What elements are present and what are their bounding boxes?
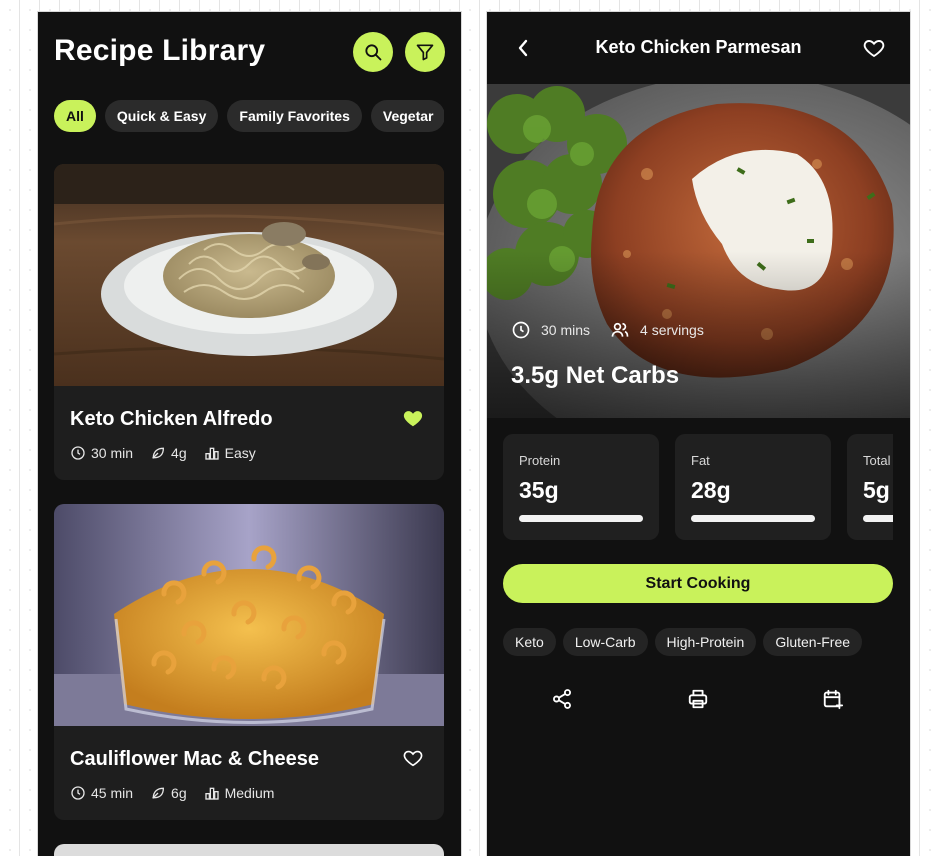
start-cooking-button[interactable]: Start Cooking: [503, 564, 893, 603]
recipe-actions: [487, 688, 910, 712]
difficulty-icon: [204, 447, 219, 460]
users-icon: [611, 322, 629, 337]
macro-progress-bar: [863, 515, 893, 522]
heart-filled-icon[interactable]: [402, 407, 424, 429]
tag-gluten-free[interactable]: Gluten-Free: [763, 628, 863, 656]
recipe-meta: 45 min 6g Medium: [70, 785, 291, 801]
print-icon: [688, 689, 708, 709]
hero-meta: 30 mins 4 servings: [511, 320, 724, 340]
search-button[interactable]: [353, 32, 393, 72]
tag-low-carb[interactable]: Low-Carb: [562, 628, 648, 656]
recipe-image: [54, 504, 444, 726]
recipe-carbs: 6g: [171, 785, 187, 801]
clock-icon: [512, 321, 530, 339]
macros-row: Protein 35g Fat 28g Total 5g: [503, 434, 893, 540]
macro-label: Total: [863, 453, 891, 468]
library-header: Recipe Library: [54, 32, 445, 72]
macro-progress-fill: [863, 515, 893, 522]
recipe-difficulty: Easy: [224, 445, 256, 461]
chip-quick-easy[interactable]: Quick & Easy: [104, 100, 219, 132]
recipe-detail-title: Keto Chicken Parmesan: [595, 37, 802, 57]
print-button[interactable]: [687, 688, 711, 712]
page-title: Recipe Library: [54, 34, 266, 67]
recipe-time: 45 min: [91, 785, 134, 801]
macro-value: 5g: [863, 477, 890, 503]
recipe-hero-image: 30 mins 4 servings 3.5g Net Carbs: [487, 84, 910, 418]
tag-keto[interactable]: Keto: [503, 628, 556, 656]
tag-high-protein[interactable]: High-Protein: [654, 628, 757, 656]
chip-family-favorites[interactable]: Family Favorites: [227, 100, 362, 132]
detail-header: Keto Chicken Parmesan: [487, 12, 910, 84]
clock-icon: [71, 446, 85, 460]
macro-label: Fat: [691, 453, 710, 468]
macro-progress-bar: [691, 515, 815, 522]
filter-icon: [416, 44, 434, 61]
recipe-library-screen: Recipe Library All Quick & Easy Family Fav…: [38, 12, 461, 856]
add-to-calendar-button[interactable]: [822, 688, 846, 712]
search-icon: [365, 44, 382, 61]
chip-vegetarian[interactable]: Vegetar: [370, 100, 444, 132]
leaf-icon: [152, 787, 165, 799]
calendar-add-icon: [823, 689, 844, 710]
net-carbs: 3.5g Net Carbs: [511, 362, 680, 389]
share-button[interactable]: [551, 688, 575, 712]
recipe-card-partial[interactable]: [54, 844, 444, 856]
filter-button[interactable]: [405, 32, 445, 72]
share-icon: [553, 689, 571, 709]
recipe-meta: 30 min 4g Easy: [70, 445, 273, 461]
macro-progress-bar: [519, 515, 643, 522]
macro-card-total: Total 5g: [847, 434, 893, 540]
macro-progress-fill: [519, 515, 643, 522]
difficulty-icon: [204, 787, 219, 800]
recipe-difficulty: Medium: [224, 785, 275, 801]
recipe-card[interactable]: Cauliflower Mac & Cheese 45 min 6g Mediu…: [54, 504, 444, 820]
cook-time: 30 mins: [541, 322, 591, 338]
recipe-tags: Keto Low-Carb High-Protein Gluten-Free: [503, 628, 869, 656]
macro-label: Protein: [519, 453, 561, 468]
recipe-image: [54, 164, 444, 386]
macro-value: 28g: [691, 477, 731, 503]
recipe-detail-screen: Keto Chicken Parmesan 30 mins 4 servings…: [487, 12, 910, 856]
recipe-card[interactable]: Keto Chicken Alfredo 30 min 4g Easy: [54, 164, 444, 480]
recipe-title: Cauliflower Mac & Cheese: [70, 748, 319, 770]
macro-card-protein: Protein 35g: [503, 434, 659, 540]
recipe-time: 30 min: [91, 445, 134, 461]
servings: 4 servings: [640, 322, 704, 338]
heart-outline-icon[interactable]: [402, 747, 424, 769]
macro-value: 35g: [519, 477, 559, 503]
heart-outline-icon[interactable]: [862, 36, 886, 60]
chip-all[interactable]: All: [54, 100, 96, 132]
macro-card-fat: Fat 28g: [675, 434, 831, 540]
recipe-carbs: 4g: [171, 445, 187, 461]
recipe-title: Keto Chicken Alfredo: [70, 408, 273, 430]
clock-icon: [71, 786, 85, 800]
category-chips: All Quick & Easy Family Favorites Vegetar: [54, 100, 444, 132]
leaf-icon: [152, 447, 165, 459]
macro-progress-fill: [691, 515, 815, 522]
